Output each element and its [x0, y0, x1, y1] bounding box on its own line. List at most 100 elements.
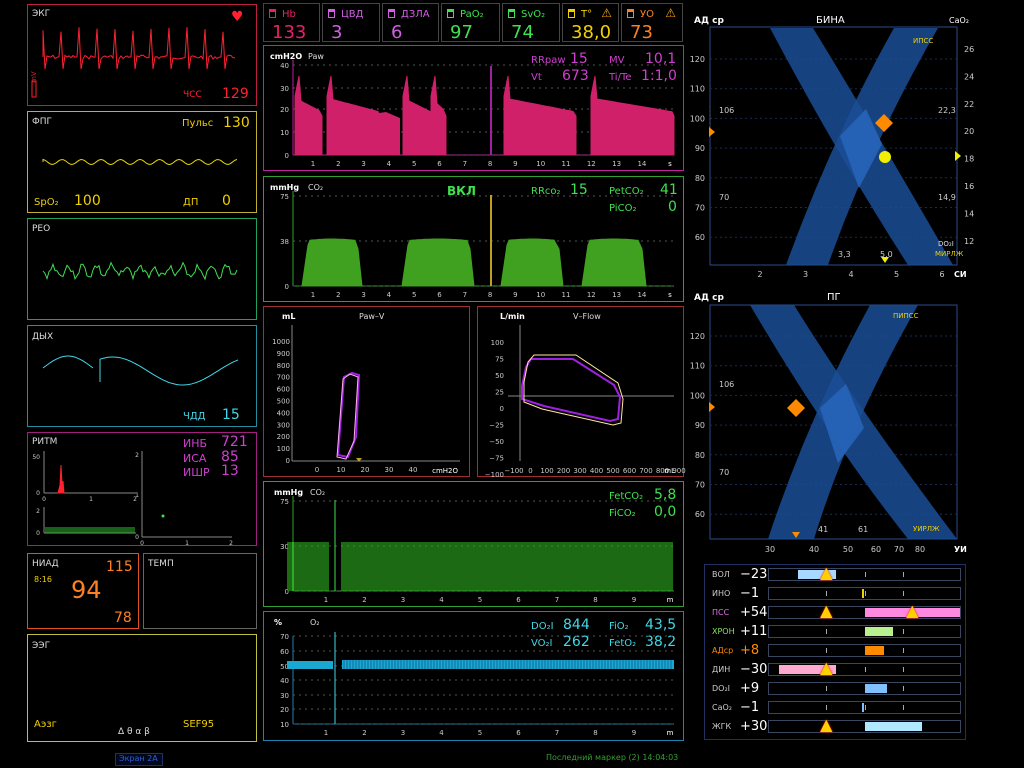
x-tick-label: s: [668, 291, 672, 299]
x-tick-label: 12: [587, 160, 596, 168]
co2-breath-1: [301, 238, 363, 287]
metric-row[interactable]: ДИН −30 ▲: [708, 660, 962, 678]
pg-y-tick: 120: [690, 332, 705, 341]
reo-panel[interactable]: РЕО: [27, 218, 257, 320]
rr-value: 15: [222, 407, 240, 423]
bina-y-tick: 70: [695, 204, 705, 213]
o2-trend-band-1: [287, 661, 333, 669]
ppg-panel[interactable]: ФПГ Пульс 130 SpO₂ 100 ДП 0: [27, 111, 257, 213]
y-tick-label: −25: [489, 422, 504, 430]
niad-title: НИАД: [32, 559, 59, 569]
rr-label: ЧДД: [183, 411, 206, 422]
bina-ann-106: 106: [719, 106, 735, 115]
lock-icon: [447, 9, 454, 18]
eeg-panel[interactable]: ЭЭГ Аэзг Δ θ α β SEF95: [27, 634, 257, 742]
metric-row[interactable]: ХРОН +11: [708, 624, 962, 640]
metric-row[interactable]: CaO₂ −1: [708, 700, 962, 716]
tile-6[interactable]: T° 38,0 ⚠: [562, 3, 619, 43]
resp-panel[interactable]: ДЫХ ЧДД 15: [27, 325, 257, 427]
volume-flow-loop-panel[interactable]: L/min V–Flow 100 75 50 25 0 −25 −50 −75 −100 −100…: [477, 306, 686, 479]
tile-4[interactable]: PaO₂ 97: [441, 3, 500, 43]
bina-y-tick: 120: [690, 55, 705, 64]
pg-plot[interactable]: АД ср ПГ 120 110 100 90 80 70 60 30 40 50 60 70 80 П…: [688, 288, 978, 558]
metric-row[interactable]: ИНО −1: [708, 586, 962, 602]
y-tick-label: 100: [491, 339, 504, 347]
temp-panel[interactable]: ТЕМП: [143, 553, 257, 629]
metric-value: −23: [740, 567, 768, 582]
niad-panel[interactable]: НИАД 8:16 115 94 78: [27, 553, 139, 629]
metric-value: +30: [740, 719, 768, 734]
bina-do2-tag: DO₂I: [938, 240, 954, 248]
metric-name: DO₂I: [712, 684, 731, 693]
x-tick-label: m: [667, 729, 674, 737]
eeg-bands: Δ θ α β: [118, 727, 150, 737]
paw-panel[interactable]: cmH2O Paw RRpaw 15 MV 10,1 Vt 673 Ti/Te …: [263, 45, 684, 171]
pg-x-tick: 30: [765, 545, 775, 554]
metric-row[interactable]: АДср +8: [708, 643, 962, 659]
x-tick-label: 6: [437, 291, 442, 299]
bina-right-tick: 16: [964, 182, 974, 191]
tile-1[interactable]: Hb 133: [263, 3, 320, 43]
tile-name: УО: [640, 9, 654, 20]
screen-selector[interactable]: Экран 2А: [115, 753, 163, 766]
bina-x-label: СИ: [954, 270, 967, 279]
tick-label: 0: [135, 534, 139, 541]
metric-name: ПСС: [712, 608, 730, 617]
tile-2[interactable]: ЦВД 3: [322, 3, 380, 43]
paw-breath-gap: [372, 112, 400, 155]
x-tick-label: 10: [536, 291, 545, 299]
y-tick-label: 0: [285, 283, 289, 291]
ecg-panel[interactable]: ЭКГ ♥ mV ЧСС 129: [27, 4, 257, 106]
sef-label: SEF95: [183, 719, 215, 730]
tile-name: T°: [581, 9, 593, 20]
niad-mean: 94: [71, 576, 102, 604]
x-unit-label: cmH2O: [432, 467, 458, 475]
co2-trend-panel[interactable]: mmHg CO₂ FetCO₂ 5,8 FiCO₂ 0,0 75 30 0 1 2 3 4 5…: [263, 481, 684, 607]
metric-tick: [902, 705, 904, 710]
x-tick-label: 4: [387, 160, 392, 168]
tile-value: 74: [511, 22, 534, 43]
bina-right-tick: 12: [964, 237, 974, 246]
bina-ann-149: 14,9: [938, 193, 956, 202]
tile-5[interactable]: SvO₂ 74: [502, 3, 560, 43]
bina-plot[interactable]: АД ср БИНА CaO₂ 120 110 100 90 80 70 60 26 24 22 2…: [688, 6, 978, 288]
bina-y-tick: 100: [690, 114, 705, 123]
metric-row[interactable]: ВОЛ −23 ▲: [708, 565, 962, 583]
metric-tick: [864, 667, 866, 672]
metric-row[interactable]: ПСС +54 ▲ ▲: [708, 603, 962, 621]
rhythm-panel[interactable]: РИТМ ИНБ 721 ИСА 85 ИШР 13 50 0 0 1 2 2 0 2 1 0 0 1…: [27, 432, 257, 547]
y-tick-label: 70: [280, 633, 289, 641]
tick-label: 0: [36, 530, 40, 537]
tick-label: 0: [140, 540, 144, 547]
x-tick-label: 400: [590, 467, 603, 475]
x-tick-label: 5: [478, 729, 482, 737]
pg-ann-70: 70: [719, 468, 730, 477]
pg-top-band: ПИПСС: [893, 312, 919, 320]
metric-row[interactable]: ЖГК +30 ▲: [708, 717, 962, 735]
metric-name: АДср: [712, 646, 734, 655]
tile-7[interactable]: УО 73 ⚠: [621, 3, 683, 43]
scatter-point: [161, 514, 165, 518]
paw-volume-loop-panel[interactable]: mL Paw–V 1000 900 800 700 600 500 400 300 200 100…: [263, 306, 470, 477]
tile-3[interactable]: ДЗЛА 6: [382, 3, 439, 43]
ecg-scale-bar: [31, 80, 37, 98]
o2-trend-panel[interactable]: % O₂ DO₂I 844 VO₂I 262 FiO₂ 43,5 FetO₂ 3…: [263, 611, 684, 741]
metric-bar: [768, 682, 961, 695]
x-tick-label: 8: [593, 729, 597, 737]
ppg-trace: [42, 158, 238, 166]
y-tick-label: 10: [280, 721, 289, 729]
y-tick-label: 50: [495, 372, 504, 380]
paw-chart: 4030201001 2 3 4 5 6 7 8 9 10 11 12 13 14 s: [280, 60, 675, 168]
bina-x-tick: 5: [894, 270, 899, 279]
bina-right-tick: 26: [964, 45, 974, 54]
ecg-scale-label: mV: [30, 71, 38, 83]
x-tick-label: 40: [409, 466, 418, 474]
bina-ann-33: 3,3: [838, 250, 851, 259]
metric-tick: [826, 686, 828, 691]
tile-name: ДЗЛА: [401, 9, 430, 20]
metric-row[interactable]: DO₂I +9: [708, 681, 962, 697]
bina-right-tick: 22: [964, 100, 974, 109]
x-tick-label: 10: [536, 160, 545, 168]
y-tick-label: 10: [280, 129, 289, 137]
co2-panel[interactable]: mmHg CO₂ ВКЛ RRco₂ 15 PetCO₂ 41 PiCO₂ 0 …: [263, 176, 684, 302]
